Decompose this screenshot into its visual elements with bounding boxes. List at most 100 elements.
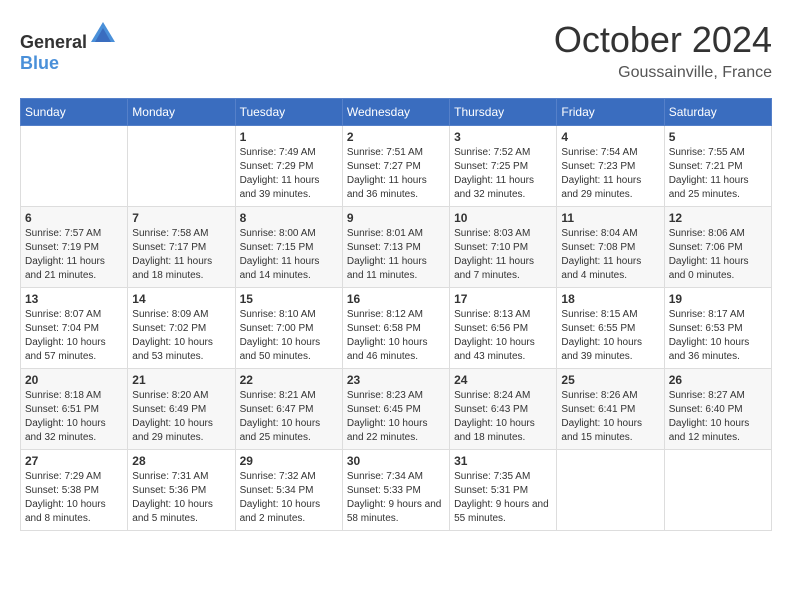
cell-content: Sunrise: 8:26 AMSunset: 6:41 PMDaylight:… [561, 389, 659, 445]
daylight-text: Daylight: 10 hours and 32 minutes. [25, 418, 106, 443]
daylight-text: Daylight: 11 hours and 29 minutes. [561, 175, 641, 200]
sunset-text: Sunset: 7:04 PM [25, 323, 99, 334]
day-number: 2 [347, 130, 445, 144]
cell-content: Sunrise: 8:15 AMSunset: 6:55 PMDaylight:… [561, 308, 659, 364]
sunset-text: Sunset: 5:34 PM [240, 485, 314, 496]
calendar-cell: 3Sunrise: 7:52 AMSunset: 7:25 PMDaylight… [450, 125, 557, 206]
cell-content: Sunrise: 7:35 AMSunset: 5:31 PMDaylight:… [454, 470, 552, 526]
sunrise-text: Sunrise: 8:07 AM [25, 309, 101, 320]
day-number: 27 [25, 454, 123, 468]
location-title: Goussainville, France [554, 64, 772, 82]
sunrise-text: Sunrise: 8:26 AM [561, 390, 637, 401]
daylight-text: Daylight: 11 hours and 14 minutes. [240, 256, 320, 281]
calendar-cell [664, 449, 771, 530]
sunset-text: Sunset: 6:41 PM [561, 404, 635, 415]
calendar-cell: 30Sunrise: 7:34 AMSunset: 5:33 PMDayligh… [342, 449, 449, 530]
sunrise-text: Sunrise: 7:52 AM [454, 147, 530, 158]
cell-content: Sunrise: 8:01 AMSunset: 7:13 PMDaylight:… [347, 227, 445, 283]
calendar-cell: 27Sunrise: 7:29 AMSunset: 5:38 PMDayligh… [21, 449, 128, 530]
sunrise-text: Sunrise: 8:18 AM [25, 390, 101, 401]
sunrise-text: Sunrise: 8:15 AM [561, 309, 637, 320]
sunrise-text: Sunrise: 7:57 AM [25, 228, 101, 239]
daylight-text: Daylight: 11 hours and 39 minutes. [240, 175, 320, 200]
day-number: 23 [347, 373, 445, 387]
cell-content: Sunrise: 8:13 AMSunset: 6:56 PMDaylight:… [454, 308, 552, 364]
day-number: 19 [669, 292, 767, 306]
calendar-week-row: 13Sunrise: 8:07 AMSunset: 7:04 PMDayligh… [21, 287, 772, 368]
sunset-text: Sunset: 7:00 PM [240, 323, 314, 334]
calendar-cell: 16 Sunrise: 8:12 AMSunset: 6:58 PMDayligh… [342, 287, 449, 368]
sunset-text: Sunset: 6:51 PM [25, 404, 99, 415]
daylight-text: Daylight: 10 hours and 46 minutes. [347, 337, 428, 362]
day-of-week-header-thursday: Thursday [450, 98, 557, 125]
daylight-text: Daylight: 10 hours and 18 minutes. [454, 418, 535, 443]
sunset-text: Sunset: 7:25 PM [454, 161, 528, 172]
sunrise-text: Sunrise: 7:49 AM [240, 147, 316, 158]
calendar-cell: 10Sunrise: 8:03 AMSunset: 7:10 PMDayligh… [450, 206, 557, 287]
calendar-cell: 13Sunrise: 8:07 AMSunset: 7:04 PMDayligh… [21, 287, 128, 368]
calendar-cell: 21Sunrise: 8:20 AMSunset: 6:49 PMDayligh… [128, 368, 235, 449]
daylight-text: Daylight: 11 hours and 0 minutes. [669, 256, 749, 281]
day-number: 29 [240, 454, 338, 468]
cell-content: Sunrise: 8:12 AMSunset: 6:58 PMDaylight:… [347, 308, 445, 364]
daylight-text: Daylight: 10 hours and 5 minutes. [132, 499, 213, 524]
daylight-text: Daylight: 11 hours and 4 minutes. [561, 256, 641, 281]
cell-content: Sunrise: 8:18 AM Sunset: 6:51 PM Daylight:… [25, 389, 123, 445]
cell-content: Sunrise: 7:52 AMSunset: 7:25 PMDaylight:… [454, 146, 552, 202]
sunset-text: Sunset: 6:40 PM [669, 404, 743, 415]
cell-content: Sunrise: 8:09 AMSunset: 7:02 PMDaylight:… [132, 308, 230, 364]
cell-content: Sunrise: 7:57 AMSunset: 7:19 PMDaylight:… [25, 227, 123, 283]
day-number: 31 [454, 454, 552, 468]
calendar-cell: 2 Sunrise: 7:51 AMSunset: 7:27 PMDaylight… [342, 125, 449, 206]
sunrise-text: Sunrise: 7:31 AM [132, 471, 208, 482]
daylight-text: Daylight: 10 hours and 57 minutes. [25, 337, 106, 362]
day-number: 15 [240, 292, 338, 306]
sunrise-text: Sunrise: 8:01 AM [347, 228, 423, 239]
daylight-text: Daylight: 9 hours and 55 minutes. [454, 499, 549, 524]
sunrise-text: Sunrise: 7:55 AM [669, 147, 745, 158]
sunset-text: Sunset: 6:43 PM [454, 404, 528, 415]
daylight-text: Daylight: 11 hours and 36 minutes. [347, 175, 427, 200]
day-number: 12 [669, 211, 767, 225]
sunrise-text: Sunrise: 7:29 AM [25, 471, 101, 482]
calendar-cell: 9Sunrise: 8:01 AMSunset: 7:13 PMDaylight… [342, 206, 449, 287]
sunset-text: Sunset: 6:56 PM [454, 323, 528, 334]
cell-content: Sunrise: 8:27 AMSunset: 6:40 PMDaylight:… [669, 389, 767, 445]
daylight-text: Daylight: 10 hours and 25 minutes. [240, 418, 321, 443]
calendar-table: SundayMondayTuesdayWednesdayThursdayFrid… [20, 98, 772, 531]
sunset-text: Sunset: 7:10 PM [454, 242, 528, 253]
sunset-text: Sunset: 5:33 PM [347, 485, 421, 496]
day-number: 21 [132, 373, 230, 387]
day-number: 6 [25, 211, 123, 225]
logo-icon [89, 20, 117, 48]
day-number: 10 [454, 211, 552, 225]
sunrise-text: Sunrise: 8:04 AM [561, 228, 637, 239]
month-title: October 2024 [554, 20, 772, 60]
calendar-cell: 18Sunrise: 8:15 AMSunset: 6:55 PMDayligh… [557, 287, 664, 368]
calendar-cell: 14Sunrise: 8:09 AMSunset: 7:02 PMDayligh… [128, 287, 235, 368]
cell-content: Sunrise: 7:49 AM Sunset: 7:29 PM Daylight:… [240, 146, 338, 202]
day-number: 11 [561, 211, 659, 225]
sunrise-text: Sunrise: 8:10 AM [240, 309, 316, 320]
day-number: 4 [561, 130, 659, 144]
calendar-week-row: 20Sunrise: 8:18 AMSunset: 6:51 PMDayligh… [21, 368, 772, 449]
day-number: 28 [132, 454, 230, 468]
day-number: 24 [454, 373, 552, 387]
day-number: 8 [240, 211, 338, 225]
day-of-week-header-saturday: Saturday [664, 98, 771, 125]
sunrise-text: Sunrise: 7:58 AM [132, 228, 208, 239]
day-number: 22 [240, 373, 338, 387]
cell-content: Sunrise: 8:21 AMSunset: 6:47 PMDaylight:… [240, 389, 338, 445]
daylight-text: Daylight: 11 hours and 7 minutes. [454, 256, 534, 281]
cell-content: Sunrise: 7:51 AMSunset: 7:27 PMDaylight:… [347, 146, 445, 202]
daylight-text: Daylight: 10 hours and 12 minutes. [669, 418, 750, 443]
sunset-text: Sunset: 7:15 PM [240, 242, 314, 253]
cell-content: Sunrise: 8:10 AMSunset: 7:00 PMDaylight:… [240, 308, 338, 364]
sunset-text: Sunset: 7:06 PM [669, 242, 743, 253]
calendar-cell: 20Sunrise: 8:18 AMSunset: 6:51 PMDayligh… [21, 368, 128, 449]
sunset-text: Sunset: 6:53 PM [669, 323, 743, 334]
calendar-header-row: SundayMondayTuesdayWednesdayThursdayFrid… [21, 98, 772, 125]
sunset-text: Sunset: 7:29 PM [240, 161, 314, 172]
day-number: 16 [347, 292, 445, 306]
cell-content: Sunrise: 7:31 AMSunset: 5:36 PMDaylight:… [132, 470, 230, 526]
